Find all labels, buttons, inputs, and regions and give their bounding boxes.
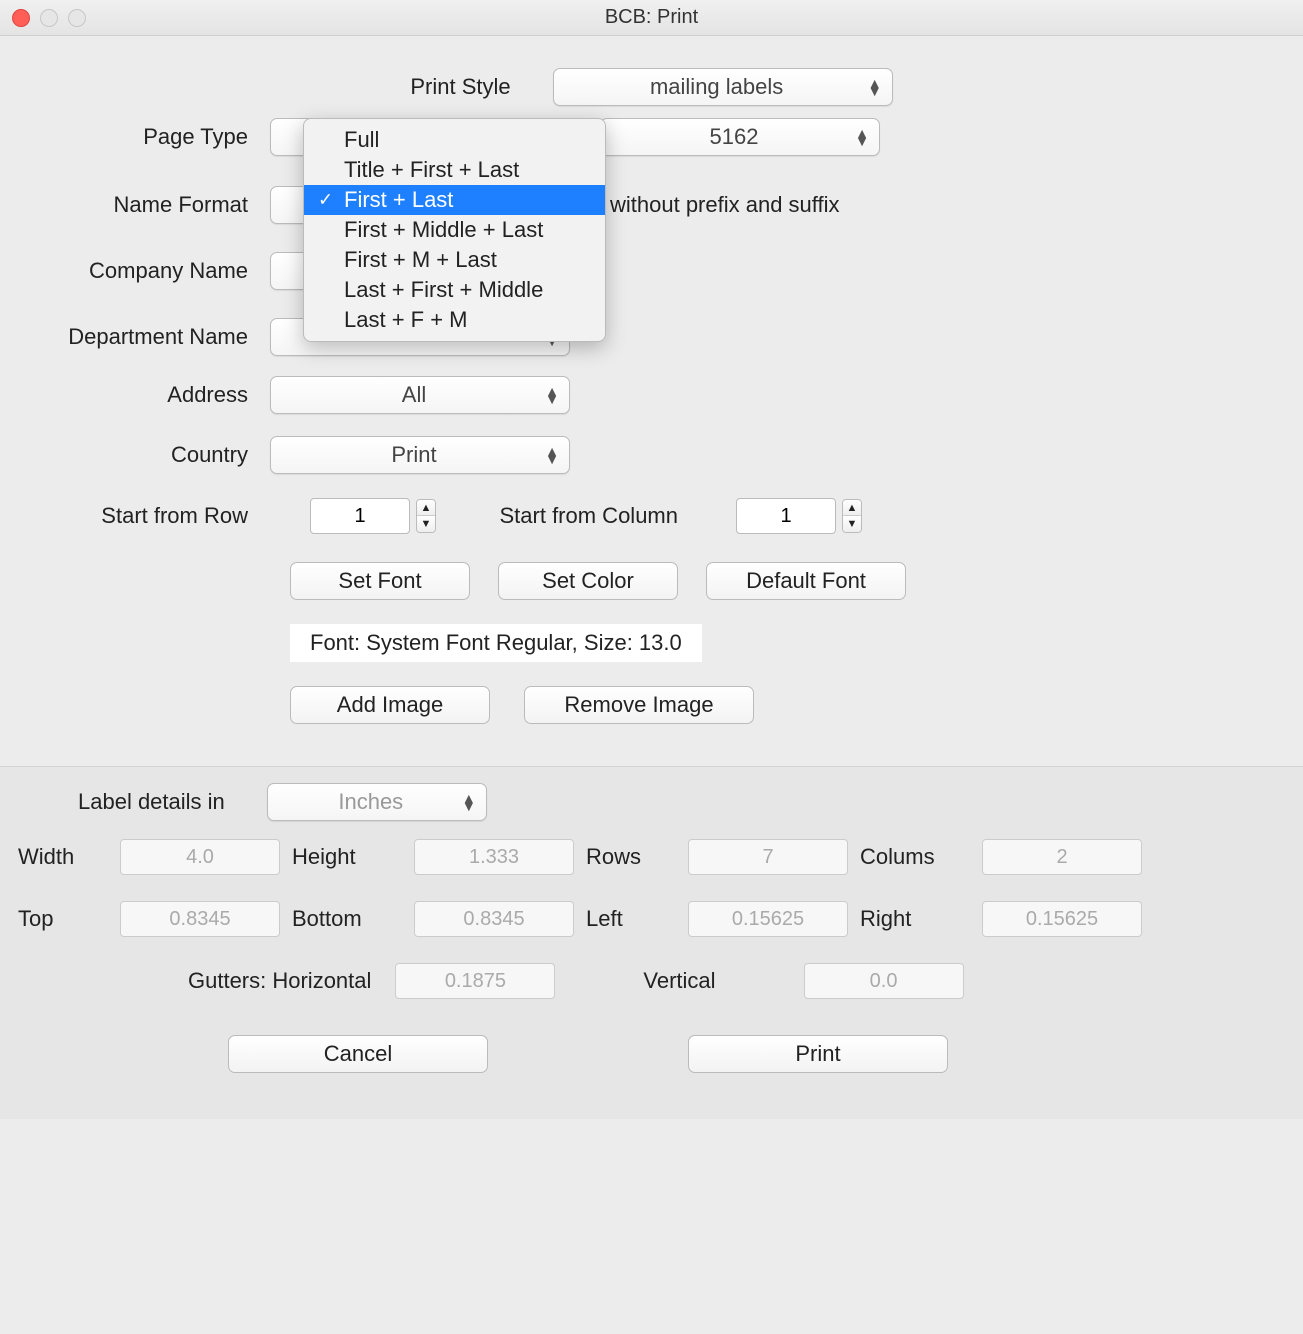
left-field[interactable]: 0.15625 [688, 901, 848, 937]
print-button[interactable]: Print [688, 1035, 948, 1073]
start-row-stepper[interactable]: ▲▼ [416, 499, 436, 533]
start-column-stepper[interactable]: ▲▼ [842, 499, 862, 533]
start-column-field[interactable] [736, 498, 836, 534]
chevron-updown-icon: ▲▼ [545, 387, 559, 403]
start-column-label: Start from Column [476, 503, 696, 529]
right-field[interactable]: 0.15625 [982, 901, 1142, 937]
menu-item-label: First + M + Last [344, 247, 497, 272]
page-type-right-popup[interactable]: 5162 ▲▼ [600, 118, 880, 156]
top-label: Top [18, 906, 108, 932]
page-type-label: Page Type [40, 124, 270, 150]
department-name-label: Department Name [40, 324, 270, 350]
name-format-option[interactable]: Last + F + M [304, 305, 605, 335]
company-name-label: Company Name [40, 258, 270, 284]
main-content: Print Style mailing labels ▲▼ Page Type … [0, 36, 1303, 746]
rows-field[interactable]: 7 [688, 839, 848, 875]
name-format-option[interactable]: Last + First + Middle [304, 275, 605, 305]
gutter-vertical-field[interactable]: 0.0 [804, 963, 964, 999]
width-field[interactable]: 4.0 [120, 839, 280, 875]
top-field[interactable]: 0.8345 [120, 901, 280, 937]
country-value: Print [391, 442, 436, 468]
label-details-panel: Label details in Inches ▲▼ Width 4.0 Hei… [0, 766, 1303, 1119]
chevron-updown-icon: ▲▼ [868, 79, 882, 95]
name-format-label: Name Format [40, 192, 270, 218]
height-field[interactable]: 1.333 [414, 839, 574, 875]
window-title: BCB: Print [605, 6, 698, 29]
chevron-updown-icon: ▲▼ [545, 447, 559, 463]
height-label: Height [292, 844, 402, 870]
name-format-option[interactable]: ✓ First + Last [304, 185, 605, 215]
chevron-updown-icon: ▲▼ [855, 129, 869, 145]
add-image-button[interactable]: Add Image [290, 686, 490, 724]
set-font-button[interactable]: Set Font [290, 562, 470, 600]
menu-item-label: First + Last [344, 187, 453, 212]
menu-item-label: Title + First + Last [344, 157, 519, 182]
bottom-label: Bottom [292, 906, 402, 932]
titlebar: BCB: Print [0, 0, 1303, 36]
gutter-horizontal-field[interactable]: 0.1875 [395, 963, 555, 999]
label-unit-value: Inches [338, 789, 403, 815]
menu-item-label: Last + First + Middle [344, 277, 543, 302]
start-row-label: Start from Row [40, 503, 270, 529]
label-details-label: Label details in [78, 789, 243, 815]
checkmark-icon: ✓ [318, 190, 333, 211]
address-label: Address [40, 382, 270, 408]
name-format-note: without prefix and suffix [610, 192, 840, 218]
menu-item-label: Full [344, 127, 379, 152]
label-unit-popup[interactable]: Inches ▲▼ [267, 783, 487, 821]
print-style-popup[interactable]: mailing labels ▲▼ [553, 68, 893, 106]
gutter-vertical-label: Vertical [643, 968, 715, 994]
minimize-window-button[interactable] [40, 9, 58, 27]
left-label: Left [586, 906, 676, 932]
font-info: Font: System Font Regular, Size: 13.0 [290, 624, 702, 662]
chevron-updown-icon: ▲▼ [462, 794, 476, 810]
menu-item-label: First + Middle + Last [344, 217, 543, 242]
name-format-menu[interactable]: Full Title + First + Last ✓ First + Last Fir… [303, 118, 606, 342]
name-format-option[interactable]: First + M + Last [304, 245, 605, 275]
country-label: Country [40, 442, 270, 468]
print-style-value: mailing labels [650, 74, 783, 100]
bottom-field[interactable]: 0.8345 [414, 901, 574, 937]
print-style-label: Print Style [410, 74, 528, 100]
zoom-window-button[interactable] [68, 9, 86, 27]
name-format-option[interactable]: Full [304, 125, 605, 155]
gutter-horizontal-label: Gutters: Horizontal [188, 968, 371, 994]
start-row-field[interactable] [310, 498, 410, 534]
close-window-button[interactable] [12, 9, 30, 27]
address-value: All [402, 382, 426, 408]
default-font-button[interactable]: Default Font [706, 562, 906, 600]
rows-label: Rows [586, 844, 676, 870]
name-format-option[interactable]: First + Middle + Last [304, 215, 605, 245]
set-color-button[interactable]: Set Color [498, 562, 678, 600]
right-label: Right [860, 906, 970, 932]
cancel-button[interactable]: Cancel [228, 1035, 488, 1073]
address-popup[interactable]: All ▲▼ [270, 376, 570, 414]
page-type-right-value: 5162 [710, 124, 759, 150]
window-controls [12, 9, 86, 27]
menu-item-label: Last + F + M [344, 307, 468, 332]
country-popup[interactable]: Print ▲▼ [270, 436, 570, 474]
remove-image-button[interactable]: Remove Image [524, 686, 754, 724]
width-label: Width [18, 844, 108, 870]
columns-field[interactable]: 2 [982, 839, 1142, 875]
columns-label: Colums [860, 844, 970, 870]
name-format-option[interactable]: Title + First + Last [304, 155, 605, 185]
